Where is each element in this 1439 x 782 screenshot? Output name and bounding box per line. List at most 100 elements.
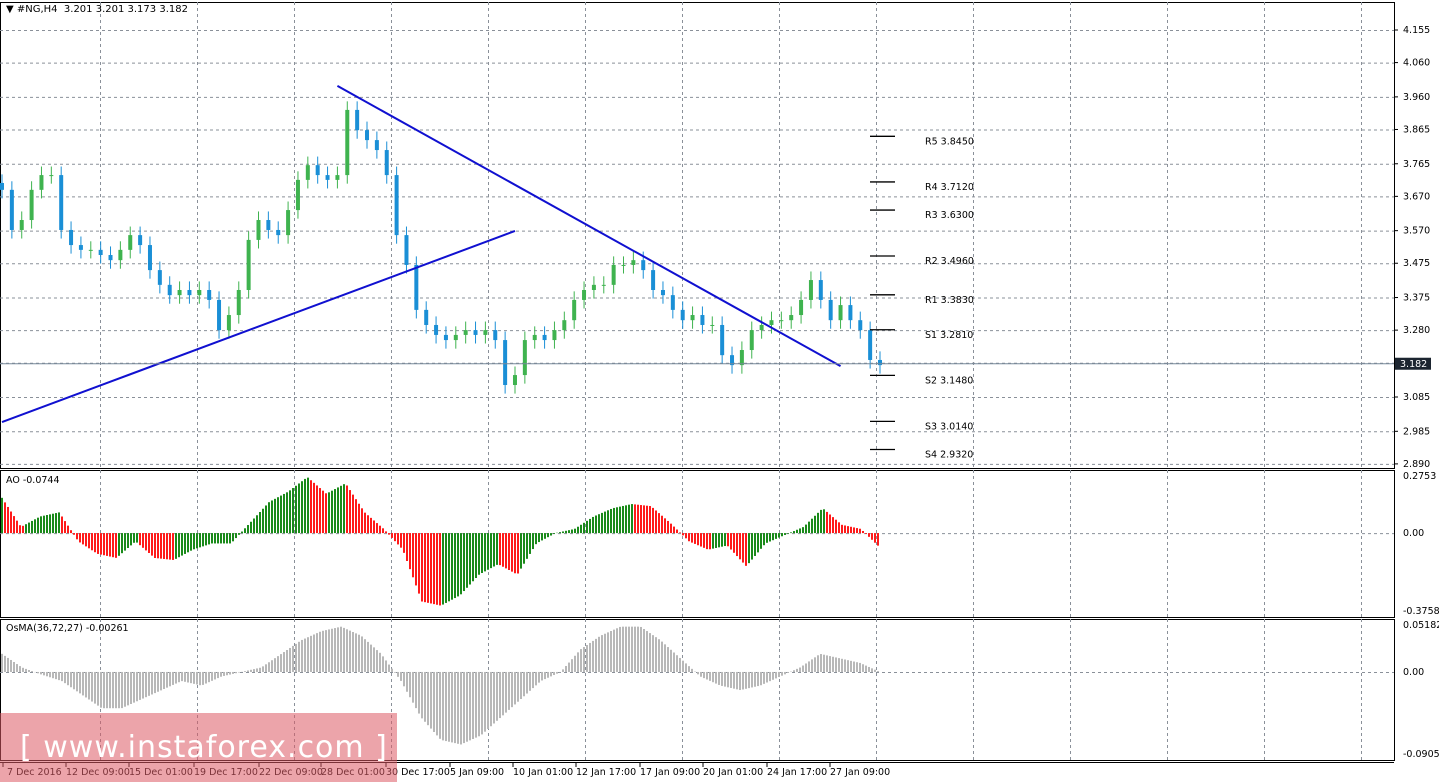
- ao-y-label: -0.3758: [1403, 606, 1439, 617]
- candle-body: [59, 175, 64, 230]
- candle-body: [532, 334, 537, 341]
- candle-body: [9, 189, 14, 230]
- candle-body: [443, 334, 448, 341]
- pivot-label: R4 3.7120: [925, 182, 974, 193]
- candle-body: [562, 320, 567, 331]
- candle-body: [631, 260, 636, 265]
- y-tick-label: 2.890: [1403, 459, 1430, 470]
- candle-body: [572, 299, 577, 321]
- y-tick-label: 3.570: [1403, 226, 1430, 237]
- candle-body: [19, 220, 24, 230]
- x-tick-label: 10 Jan 01:00: [513, 767, 573, 778]
- x-tick-label: 24 Jan 17:00: [767, 767, 827, 778]
- candle-body: [78, 245, 83, 250]
- candle-body: [591, 284, 596, 290]
- candle-body: [0, 182, 4, 190]
- candle-body: [651, 270, 656, 290]
- candle-body: [256, 220, 261, 240]
- candle-body: [29, 189, 34, 221]
- y-tick-label: 3.280: [1403, 325, 1430, 336]
- candle-body: [167, 284, 172, 296]
- candle-body: [177, 289, 182, 296]
- candle-body: [226, 315, 231, 331]
- candle-body: [315, 165, 320, 176]
- candle-body: [147, 245, 152, 271]
- x-tick-label: 12 Jan 17:00: [576, 767, 636, 778]
- candle-body: [720, 324, 725, 356]
- panel-border: [0, 2, 1395, 469]
- candle-body: [749, 330, 754, 351]
- candle-body: [799, 299, 804, 316]
- candle-body: [98, 249, 103, 256]
- candle-body: [138, 235, 143, 246]
- y-tick-label: 3.475: [1403, 258, 1430, 269]
- y-tick-label: 3.960: [1403, 92, 1430, 103]
- ao-y-label: 0.2753: [1403, 471, 1436, 482]
- candle-body: [493, 330, 498, 341]
- candle-body: [779, 320, 784, 322]
- candle-body: [266, 220, 271, 230]
- candle-body: [355, 109, 360, 131]
- candle-body: [868, 330, 873, 360]
- y-tick-label: 2.985: [1403, 426, 1430, 437]
- candle-body: [552, 330, 557, 341]
- candle-body: [690, 315, 695, 321]
- candle-body: [848, 305, 853, 321]
- candle-body: [404, 235, 409, 265]
- candle-body: [838, 305, 843, 321]
- candle-body: [641, 260, 646, 271]
- candle-body: [335, 175, 340, 180]
- watermark-logo: [ www.instaforex.com ]: [0, 713, 397, 782]
- candle-body: [187, 289, 192, 296]
- y-tick-label: 3.085: [1403, 392, 1430, 403]
- candle-body: [394, 175, 399, 236]
- candle-body: [512, 375, 517, 386]
- candle-body: [276, 229, 281, 236]
- candle-body: [878, 359, 882, 366]
- candle-body: [325, 175, 330, 180]
- candle-body: [236, 289, 241, 316]
- candle-body: [197, 289, 202, 296]
- candle-body: [345, 109, 350, 176]
- candle-body: [700, 315, 705, 325]
- x-tick-label: 17 Jan 09:00: [640, 767, 700, 778]
- pivot-label: S4 2.9320: [925, 449, 973, 460]
- pivot-label: R3 3.6300: [925, 210, 974, 221]
- candle-body: [808, 280, 813, 300]
- y-tick-label: 3.865: [1403, 124, 1430, 135]
- candle-body: [88, 249, 93, 251]
- candle-body: [305, 165, 310, 180]
- pivot-label: R1 3.3830: [925, 295, 974, 306]
- candle-body: [483, 330, 488, 335]
- osma-y-label: -0.09052: [1403, 749, 1439, 760]
- candle-body: [49, 175, 54, 177]
- candle-body: [365, 130, 370, 141]
- candle-body: [759, 324, 764, 331]
- candle-body: [660, 289, 665, 296]
- candle-body: [473, 330, 478, 335]
- candle-body: [769, 320, 774, 325]
- candle-body: [789, 315, 794, 321]
- candle-body: [384, 150, 389, 176]
- trendline: [336, 85, 842, 368]
- symbol-label: #NG,H4: [16, 4, 58, 15]
- candle-body: [542, 334, 547, 341]
- pivot-label: S2 3.1480: [925, 375, 973, 386]
- pivot-label: S1 3.2810: [925, 330, 973, 341]
- candle-body: [246, 239, 251, 290]
- candle-body: [828, 299, 833, 321]
- candle-body: [670, 295, 675, 310]
- current-price-label: 3.182: [1400, 359, 1427, 370]
- candle-body: [39, 175, 44, 190]
- candle-body: [69, 229, 74, 246]
- x-tick-label: 20 Jan 01:00: [703, 767, 763, 778]
- candle-body: [818, 280, 823, 300]
- y-tick-label: 4.155: [1403, 25, 1430, 36]
- candle-body: [414, 264, 419, 310]
- candle-body: [217, 299, 222, 331]
- osma-y-label: 0.05182: [1403, 620, 1439, 631]
- candle-body: [601, 284, 606, 286]
- y-tick-label: 3.765: [1403, 159, 1430, 170]
- y-tick-label: 3.375: [1403, 293, 1430, 304]
- osma-y-label: 0.00: [1403, 667, 1424, 678]
